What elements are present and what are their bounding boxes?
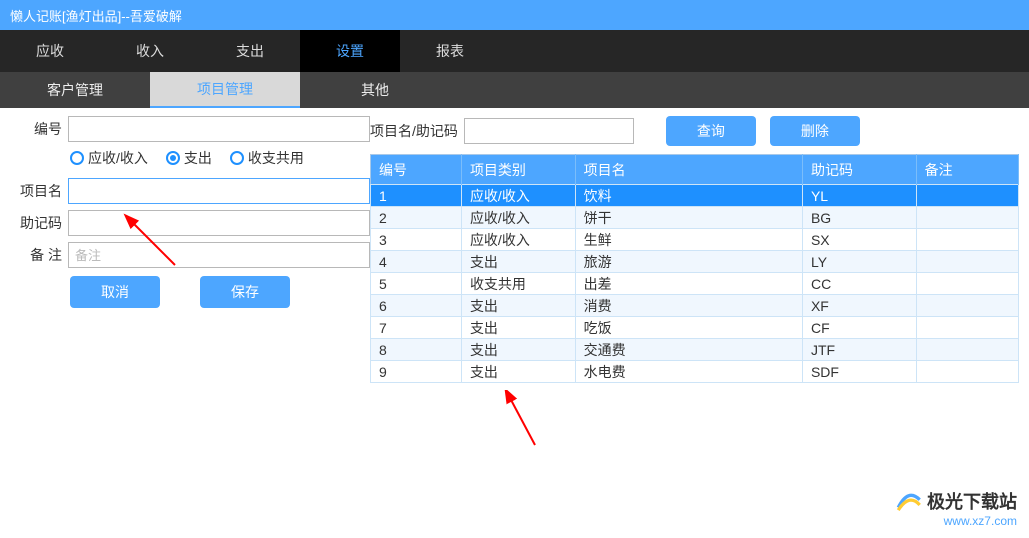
watermark: 极光下载站 www.xz7.com: [895, 488, 1017, 528]
mainnav-tab-4[interactable]: 报表: [400, 30, 500, 72]
label-project-name: 项目名: [10, 181, 68, 201]
save-button[interactable]: 保存: [200, 276, 290, 308]
label-search: 项目名/助记码: [370, 121, 458, 141]
cell-num: 9: [371, 361, 462, 383]
main-nav: 应收收入支出设置报表: [0, 30, 1029, 72]
col-header-mnemonic[interactable]: 助记码: [802, 155, 916, 185]
project-list-panel: 项目名/助记码 查询 删除 编号 项目类别 项目名 助记码 备注 1应收/收入饮…: [370, 116, 1019, 383]
project-form: 编号 应收/收入 支出 收支共用 项目名 助记码 备 注 取消 保存: [10, 116, 370, 383]
col-header-category[interactable]: 项目类别: [461, 155, 575, 185]
label-code: 编号: [10, 119, 68, 139]
cell-note: [916, 339, 1018, 361]
subnav-tab-0[interactable]: 客户管理: [0, 72, 150, 108]
annotation-arrow-icon: [490, 390, 550, 450]
note-input[interactable]: [68, 242, 370, 268]
cell-num: 7: [371, 317, 462, 339]
radio-expense[interactable]: 支出: [166, 148, 212, 168]
table-row[interactable]: 6支出消费XF: [371, 295, 1019, 317]
category-radio-group: 应收/收入 支出 收支共用: [10, 148, 370, 168]
cell-note: [916, 229, 1018, 251]
cell-category: 支出: [461, 361, 575, 383]
table-row[interactable]: 9支出水电费SDF: [371, 361, 1019, 383]
radio-both[interactable]: 收支共用: [230, 148, 304, 168]
label-mnemonic: 助记码: [10, 213, 68, 233]
cell-num: 1: [371, 185, 462, 207]
cell-name: 消费: [575, 295, 802, 317]
cell-mnemonic: XF: [802, 295, 916, 317]
watermark-brand: 极光下载站: [927, 488, 1017, 514]
table-row[interactable]: 2应收/收入饼干BG: [371, 207, 1019, 229]
cell-mnemonic: YL: [802, 185, 916, 207]
cell-category: 支出: [461, 295, 575, 317]
cell-num: 8: [371, 339, 462, 361]
cell-category: 支出: [461, 339, 575, 361]
code-input[interactable]: [68, 116, 370, 142]
table-row[interactable]: 5收支共用出差CC: [371, 273, 1019, 295]
cell-name: 交通费: [575, 339, 802, 361]
label-note: 备 注: [10, 245, 68, 265]
table-row[interactable]: 3应收/收入生鲜SX: [371, 229, 1019, 251]
cell-category: 收支共用: [461, 273, 575, 295]
cell-mnemonic: SX: [802, 229, 916, 251]
sub-nav: 客户管理项目管理其他: [0, 72, 1029, 108]
search-input[interactable]: [464, 118, 634, 144]
table-row[interactable]: 7支出吃饭CF: [371, 317, 1019, 339]
cell-num: 2: [371, 207, 462, 229]
radio-income[interactable]: 应收/收入: [70, 148, 148, 168]
cell-num: 4: [371, 251, 462, 273]
cell-name: 旅游: [575, 251, 802, 273]
mainnav-tab-0[interactable]: 应收: [0, 30, 100, 72]
subnav-tab-2[interactable]: 其他: [300, 72, 450, 108]
cell-name: 生鲜: [575, 229, 802, 251]
watermark-logo-icon: [895, 488, 921, 514]
cell-num: 5: [371, 273, 462, 295]
mainnav-tab-3[interactable]: 设置: [300, 30, 400, 72]
col-header-name[interactable]: 项目名: [575, 155, 802, 185]
cell-name: 水电费: [575, 361, 802, 383]
cell-mnemonic: CC: [802, 273, 916, 295]
cell-note: [916, 251, 1018, 273]
mainnav-tab-1[interactable]: 收入: [100, 30, 200, 72]
cell-num: 6: [371, 295, 462, 317]
cell-note: [916, 207, 1018, 229]
watermark-url: www.xz7.com: [895, 514, 1017, 528]
cell-mnemonic: SDF: [802, 361, 916, 383]
cell-category: 应收/收入: [461, 207, 575, 229]
col-header-note[interactable]: 备注: [916, 155, 1018, 185]
window-title: 懒人记账[渔灯出品]--吾爱破解: [10, 6, 182, 25]
cell-name: 饼干: [575, 207, 802, 229]
project-name-input[interactable]: [68, 178, 370, 204]
delete-button[interactable]: 删除: [770, 116, 860, 146]
cell-category: 支出: [461, 317, 575, 339]
col-header-num[interactable]: 编号: [371, 155, 462, 185]
mainnav-tab-2[interactable]: 支出: [200, 30, 300, 72]
cell-mnemonic: CF: [802, 317, 916, 339]
cell-note: [916, 185, 1018, 207]
cell-mnemonic: LY: [802, 251, 916, 273]
table-row[interactable]: 8支出交通费JTF: [371, 339, 1019, 361]
cell-mnemonic: BG: [802, 207, 916, 229]
cell-name: 出差: [575, 273, 802, 295]
mnemonic-input[interactable]: [68, 210, 370, 236]
cell-note: [916, 361, 1018, 383]
table-row[interactable]: 1应收/收入饮料YL: [371, 185, 1019, 207]
titlebar: 懒人记账[渔灯出品]--吾爱破解: [0, 0, 1029, 30]
cell-category: 应收/收入: [461, 185, 575, 207]
cell-name: 饮料: [575, 185, 802, 207]
cell-note: [916, 295, 1018, 317]
cell-category: 应收/收入: [461, 229, 575, 251]
cell-note: [916, 317, 1018, 339]
cell-category: 支出: [461, 251, 575, 273]
table-row[interactable]: 4支出旅游LY: [371, 251, 1019, 273]
project-table: 编号 项目类别 项目名 助记码 备注 1应收/收入饮料YL2应收/收入饼干BG3…: [370, 154, 1019, 383]
cell-name: 吃饭: [575, 317, 802, 339]
cell-num: 3: [371, 229, 462, 251]
subnav-tab-1[interactable]: 项目管理: [150, 72, 300, 108]
query-button[interactable]: 查询: [666, 116, 756, 146]
cell-note: [916, 273, 1018, 295]
cell-mnemonic: JTF: [802, 339, 916, 361]
cancel-button[interactable]: 取消: [70, 276, 160, 308]
